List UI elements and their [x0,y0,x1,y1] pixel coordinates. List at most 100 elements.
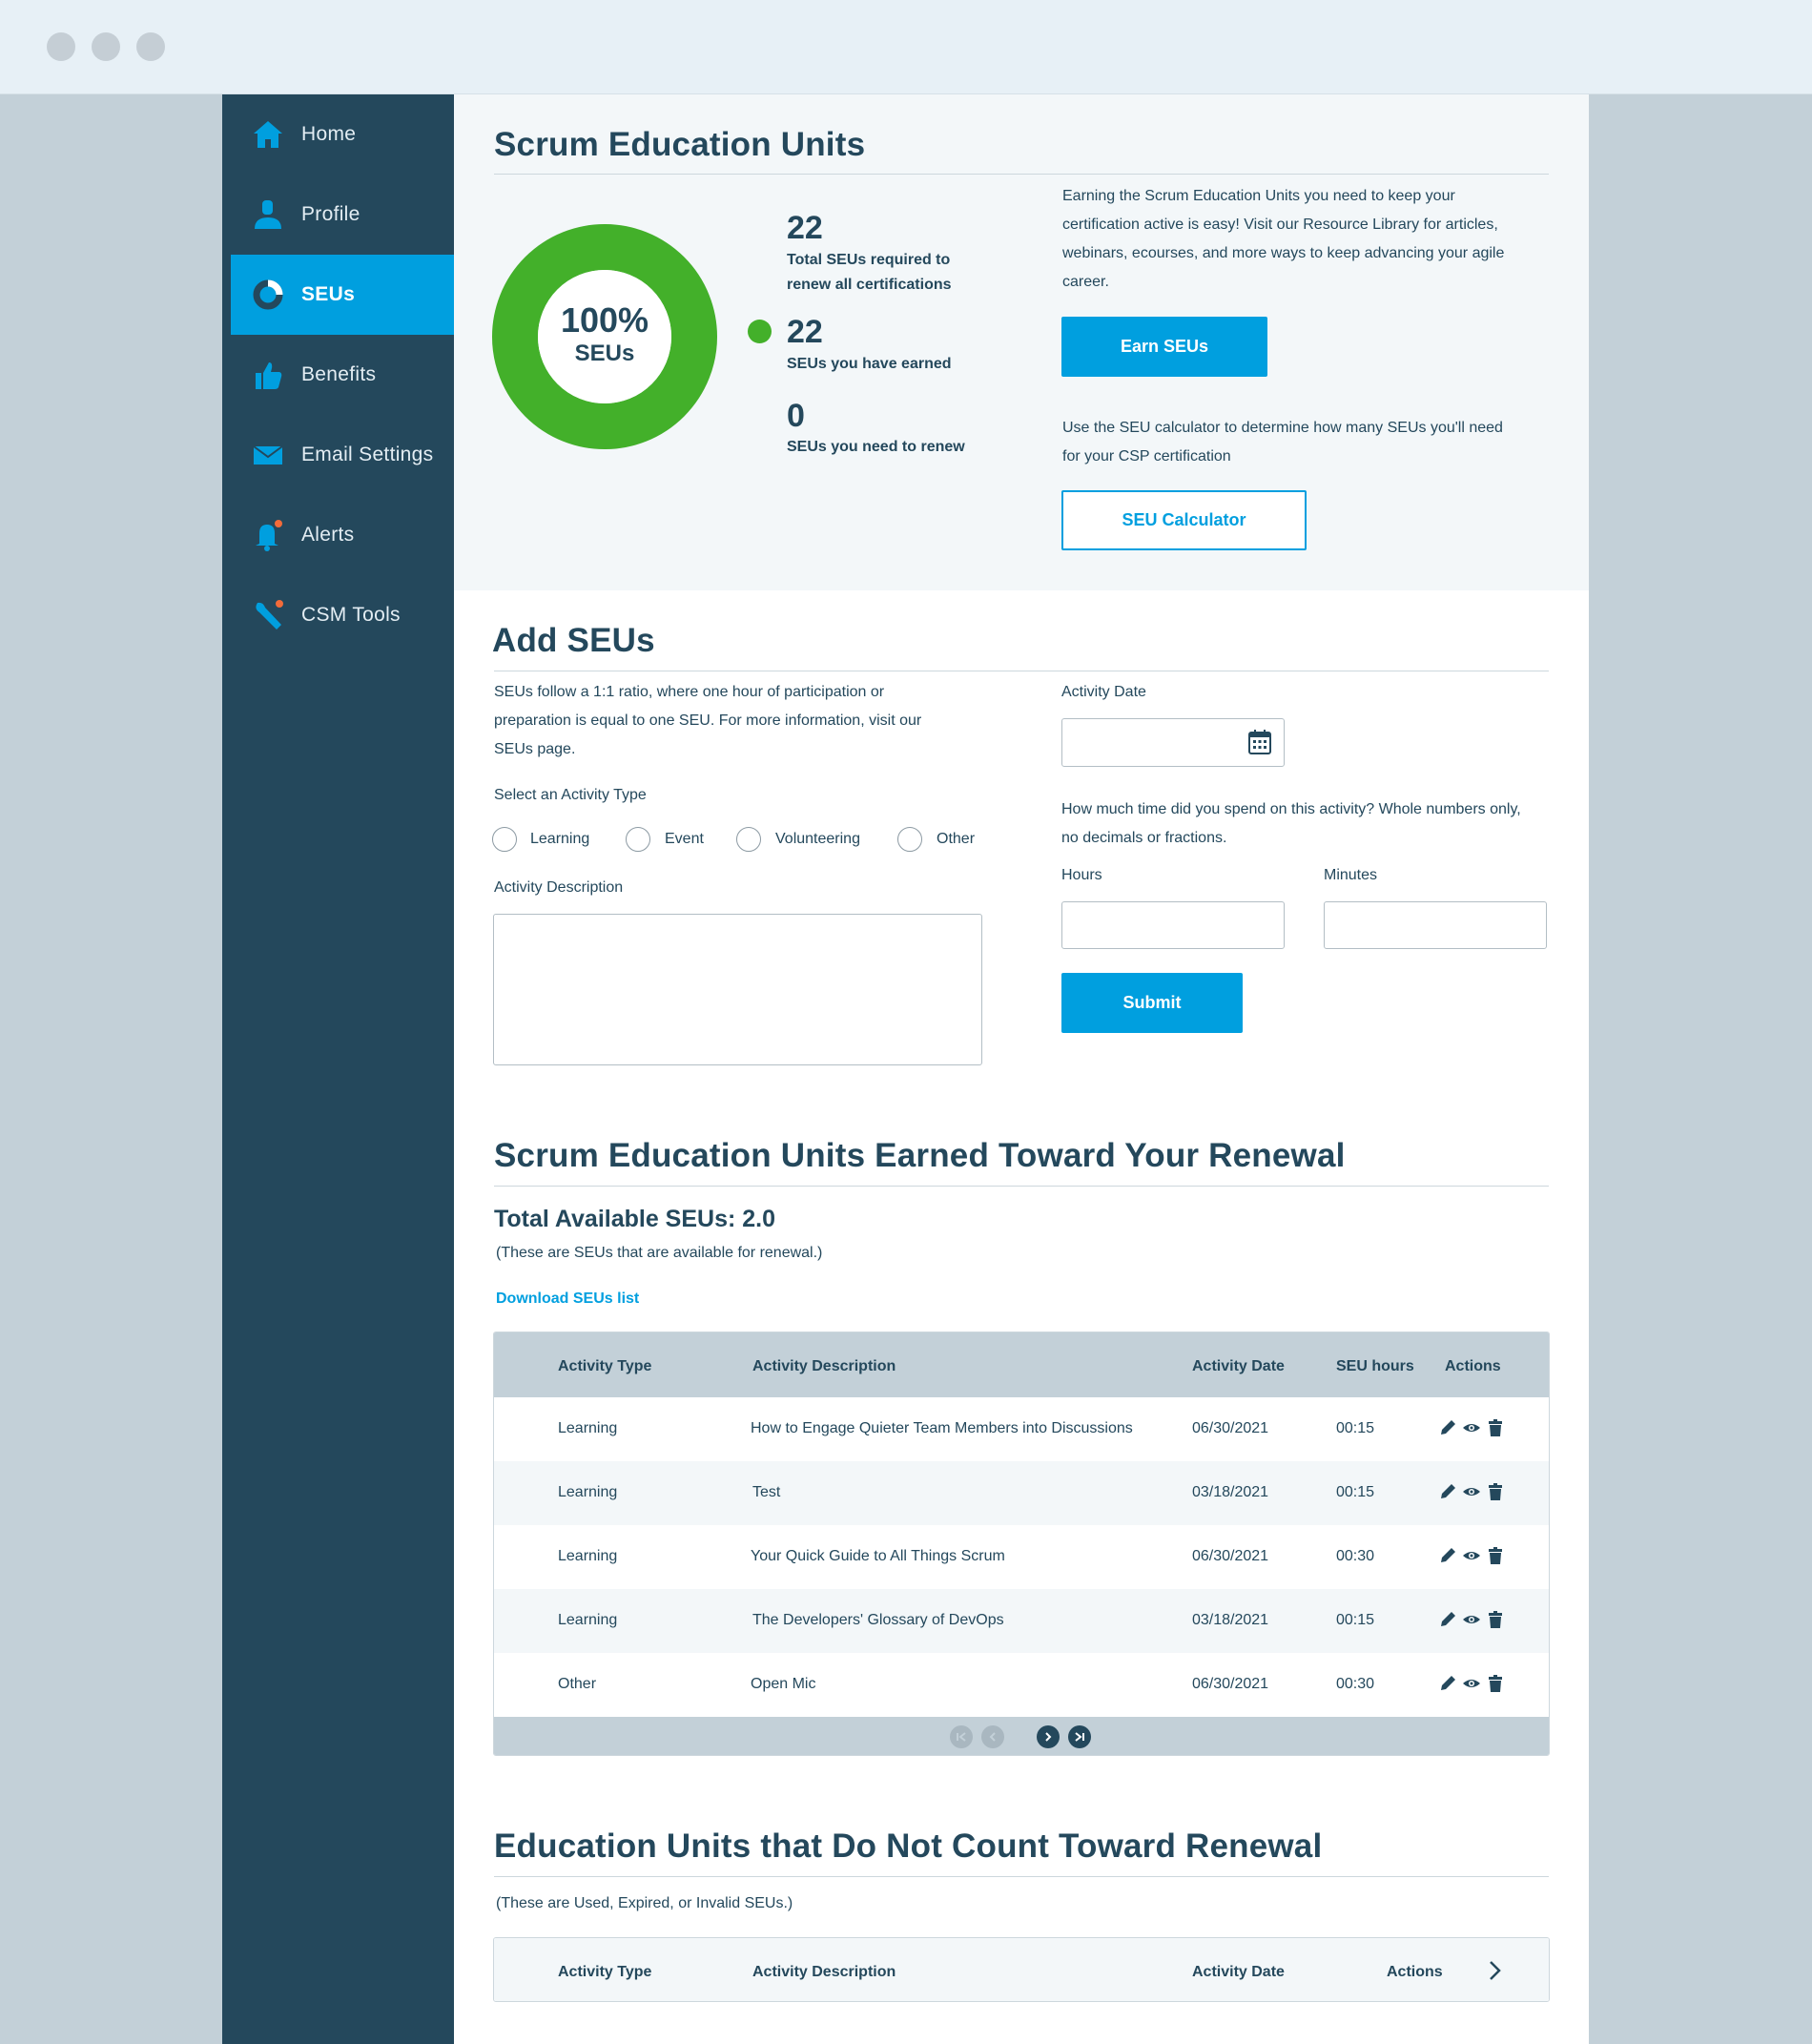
donut-unit: SEUs [574,341,635,366]
view-eye-icon[interactable] [1462,1610,1481,1629]
radio-label-other: Other [937,831,976,847]
radio-label-volunteering: Volunteering [775,831,860,847]
title-divider [494,174,1549,175]
delete-trash-icon[interactable] [1486,1674,1505,1693]
sidebar: Home Profile SEUs Benefits Email Setting… [222,94,454,2044]
radio-other[interactable] [897,827,922,852]
sidebar-label-alerts: Alerts [301,524,355,546]
seu-calculator-button[interactable]: SEU Calculator [1061,490,1307,550]
delete-trash-icon[interactable] [1486,1546,1505,1565]
table-pagination [494,1717,1549,1755]
earned-legend-dot [748,320,772,343]
hours-input[interactable] [1061,901,1285,949]
first-page-icon[interactable] [950,1725,973,1748]
add-desc-line-2: preparation is equal to one SEU. For mor… [494,712,922,729]
edit-pencil-icon[interactable] [1438,1674,1457,1693]
cell-activity-type: Other [558,1676,597,1692]
total-required-number: 22 [787,210,823,246]
view-eye-icon[interactable] [1462,1546,1481,1565]
column-activity-date[interactable]: Activity Date [1192,1358,1285,1375]
table-row: Other Open Mic 06/30/2021 00:30 [494,1653,1549,1717]
radio-volunteering[interactable] [736,827,761,852]
edit-pencil-icon[interactable] [1438,1418,1457,1437]
delete-trash-icon[interactable] [1486,1482,1505,1501]
submit-button[interactable]: Submit [1061,973,1243,1033]
radio-event[interactable] [626,827,650,852]
column-activity-description[interactable]: Activity Description [752,1358,896,1375]
radio-learning[interactable] [492,827,517,852]
edit-pencil-icon[interactable] [1438,1546,1457,1565]
previous-page-icon[interactable] [981,1725,1004,1748]
column-actions: Actions [1387,1964,1443,1980]
table-row: Learning The Developers' Glossary of Dev… [494,1589,1549,1653]
not-counted-note: (These are Used, Expired, or Invalid SEU… [496,1895,793,1911]
sidebar-item-csm-tools[interactable]: CSM Tools [222,575,454,655]
time-question: How much time did you spend on this acti… [1061,795,1567,853]
time-question-line-2: no decimals or fractions. [1061,830,1227,846]
activity-date-input[interactable] [1061,718,1285,767]
sidebar-item-seus[interactable]: SEUs [231,255,454,335]
chevron-right-icon[interactable] [1485,1959,1504,1987]
cell-activity-description: Test [752,1484,781,1500]
table-row: Learning Test 03/18/2021 00:15 [494,1461,1549,1525]
radio-label-learning: Learning [530,831,590,847]
earned-section-title: Scrum Education Units Earned Toward Your… [494,1137,1346,1174]
last-page-icon[interactable] [1068,1725,1091,1748]
earned-seus-table: Activity Type Activity Description Activ… [493,1332,1550,1756]
calendar-icon[interactable] [1248,730,1271,759]
activity-description-textarea[interactable] [493,914,982,1065]
sidebar-item-email-settings[interactable]: Email Settings [222,415,454,495]
intro-line-2: certification active is easy! Visit our … [1062,217,1498,233]
cell-activity-date: 03/18/2021 [1192,1484,1269,1500]
delete-trash-icon[interactable] [1486,1418,1505,1437]
page-title: Scrum Education Units [494,126,866,163]
cell-activity-date: 06/30/2021 [1192,1420,1269,1436]
column-activity-type[interactable]: Activity Type [558,1964,651,1981]
column-seu-hours[interactable]: SEU hours [1336,1358,1414,1375]
radio-label-event: Event [665,831,704,847]
browser-title-bar [0,0,1812,94]
window-close-dot[interactable] [47,32,75,61]
main-content: Scrum Education Units 100% SEUs 22 Total… [454,94,1589,2044]
sidebar-item-home[interactable]: Home [222,94,454,175]
view-eye-icon[interactable] [1462,1418,1481,1437]
earned-note: (These are SEUs that are available for r… [496,1245,823,1261]
sidebar-item-benefits[interactable]: Benefits [222,335,454,415]
minutes-input[interactable] [1324,901,1547,949]
thumbs-up-icon [251,358,285,392]
delete-trash-icon[interactable] [1486,1610,1505,1629]
column-activity-date[interactable]: Activity Date [1192,1964,1285,1981]
sidebar-label-home: Home [301,123,357,145]
window-minimize-dot[interactable] [92,32,120,61]
view-eye-icon[interactable] [1462,1674,1481,1693]
cell-seu-hours: 00:30 [1336,1548,1375,1564]
cell-activity-type: Learning [558,1548,618,1564]
not-counted-table-header[interactable]: Activity Type Activity Description Activ… [494,1938,1549,2001]
table-header: Activity Type Activity Description Activ… [494,1332,1549,1397]
cell-activity-type: Learning [558,1420,618,1436]
cell-activity-description: The Developers' Glossary of DevOps [752,1612,1004,1628]
download-seus-link[interactable]: Download SEUs list [496,1290,639,1308]
sidebar-label-seus: SEUs [301,283,356,305]
donut-chart-icon [251,278,285,312]
activity-date-label: Activity Date [1061,684,1146,700]
not-counted-divider [494,1876,1549,1877]
edit-pencil-icon[interactable] [1438,1482,1457,1501]
earn-seus-button[interactable]: Earn SEUs [1061,317,1267,377]
calculator-line-1: Use the SEU calculator to determine how … [1062,420,1503,436]
view-eye-icon[interactable] [1462,1482,1481,1501]
next-page-icon[interactable] [1037,1725,1060,1748]
sidebar-item-alerts[interactable]: Alerts [222,495,454,575]
cell-activity-type: Learning [558,1484,618,1500]
add-desc-line-3: SEUs page. [494,741,576,757]
edit-pencil-icon[interactable] [1438,1610,1457,1629]
column-activity-description[interactable]: Activity Description [752,1964,896,1981]
cell-activity-description: Your Quick Guide to All Things Scrum [751,1548,1005,1564]
sidebar-item-profile[interactable]: Profile [222,175,454,255]
column-activity-type[interactable]: Activity Type [558,1358,651,1375]
calculator-text: Use the SEU calculator to determine how … [1062,414,1558,471]
window-maximize-dot[interactable] [136,32,165,61]
sidebar-label-profile: Profile [301,203,360,225]
not-counted-section-title: Education Units that Do Not Count Toward… [494,1827,1323,1865]
add-desc-line-1: SEUs follow a 1:1 ratio, where one hour … [494,684,885,700]
